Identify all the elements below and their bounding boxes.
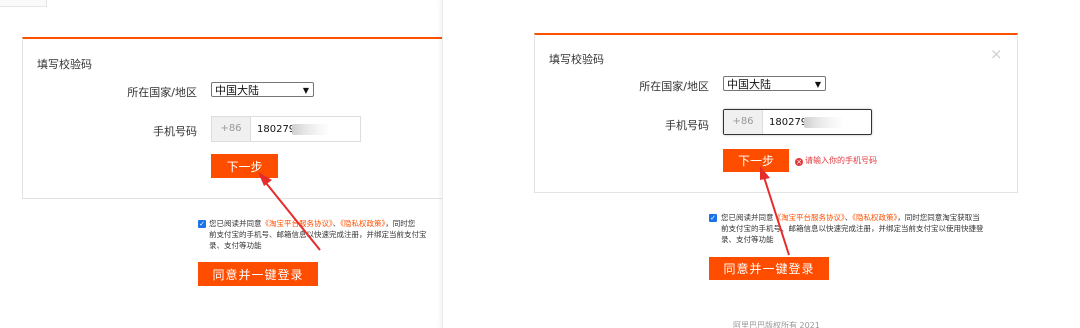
right-screenshot-panel: 填写校验码 × 所在国家/地区 中国大陆 ▼ 手机号码 +86 180279 下… bbox=[442, 0, 1080, 328]
red-arrow-annotation bbox=[760, 166, 790, 256]
left-screenshot-panel: 填写校验码 所在国家/地区 中国大陆 ▼ 手机号码 +86 180279 下一步… bbox=[0, 0, 442, 328]
red-arrow-annotation bbox=[258, 172, 321, 251]
